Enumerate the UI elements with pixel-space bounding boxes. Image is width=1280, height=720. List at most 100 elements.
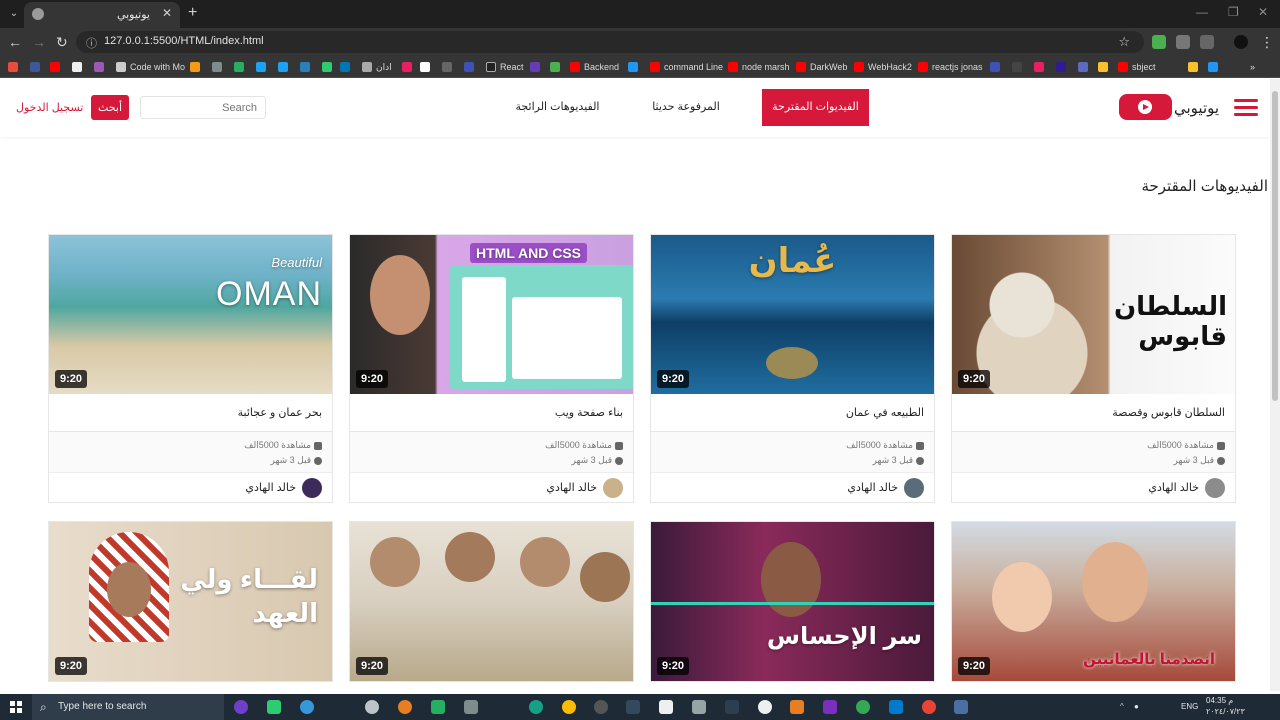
taskbar-app-icon[interactable] [594,700,608,714]
video-thumbnail[interactable]: Beautiful OMAN 9:20 [49,235,332,394]
forward-arrow-icon[interactable]: → [32,34,46,50]
reload-icon[interactable]: ↻ [56,34,68,51]
firefox-app-icon[interactable] [398,700,412,714]
taskbar-app-icon[interactable] [300,700,314,714]
bookmark-item[interactable] [278,60,288,74]
taskbar-app-icon[interactable] [954,700,968,714]
bookmark-item[interactable] [402,60,412,74]
microphone-icon[interactable]: ● [1134,702,1139,711]
bookmark-item[interactable] [300,60,310,74]
video-author[interactable]: خالد الهادي [651,472,934,502]
search-button[interactable]: أبحث [91,95,129,120]
taskbar-app-icon[interactable] [758,700,772,714]
bookmark-item[interactable] [322,60,332,74]
site-info-icon[interactable]: ⓘ [86,35,97,51]
extensions-puzzle-icon[interactable] [1200,35,1214,49]
profile-avatar-icon[interactable] [1234,35,1248,49]
hamburger-menu-icon[interactable] [1234,99,1258,117]
taskbar-app-icon[interactable] [464,700,478,714]
calculator-app-icon[interactable] [692,700,706,714]
video-author[interactable]: خالد الهادي [350,472,633,502]
author-avatar[interactable] [904,477,924,498]
bookmark-item[interactable] [1078,60,1088,74]
video-card[interactable]: السلطان قابوس 9:20 السلطان قابوس وقصصة م… [951,234,1236,503]
video-title[interactable]: السلطان قابوس وقصصة [952,394,1235,432]
back-arrow-icon[interactable]: ← [8,34,22,50]
taskbar-app-icon[interactable] [365,700,379,714]
bookmark-sbject[interactable]: sbject [1118,60,1156,74]
bookmark-item[interactable] [234,60,244,74]
page-scrollbar[interactable] [1270,79,1280,691]
bookmark-command-line[interactable]: command Line [650,60,723,74]
author-name[interactable]: خالد الهادي [1148,481,1199,494]
video-thumbnail[interactable]: لقـــاء ولي العهد 9:20 [49,522,332,681]
chrome-app-icon[interactable] [856,700,870,714]
bookmark-item[interactable] [1208,60,1218,74]
bookmark-item[interactable] [340,60,350,74]
browser-menu-icon[interactable]: ⋮ [1260,34,1274,51]
windows-start-icon[interactable] [10,701,22,713]
bookmark-react[interactable]: React [486,60,524,74]
github-app-icon[interactable] [234,700,248,714]
tab-close-icon[interactable]: ✕ [162,6,172,20]
close-window-button[interactable]: ✕ [1258,5,1268,19]
nav-tab-trending[interactable]: الفيديوهات الرائجة [505,89,610,126]
video-card[interactable]: لقـــاء ولي العهد 9:20 [48,521,333,682]
address-url[interactable]: 127.0.0.1:5500/HTML/index.html [104,35,264,47]
bookmark-item[interactable] [990,60,1000,74]
terminal-app-icon[interactable] [626,700,640,714]
taskbar-app-icon[interactable] [267,700,281,714]
bookmark-item[interactable] [464,60,474,74]
bookmark-item[interactable] [1012,60,1022,74]
taskbar-app-icon[interactable] [431,700,445,714]
video-author[interactable]: خالد الهادي [49,472,332,502]
language-indicator[interactable]: ENG [1181,702,1198,711]
video-card[interactable]: عُمان 9:20 الطبيعه في عمان مشاهدة 5000ال… [650,234,935,503]
bookmark-item[interactable] [530,60,540,74]
play-logo-icon[interactable] [1119,94,1172,120]
tray-overflow-icon[interactable]: ^ [1120,702,1124,711]
video-title[interactable]: الطبيعه في عمان [651,394,934,432]
bookmark-star-icon[interactable]: ☆ [1118,34,1130,50]
new-tab-button[interactable]: + [188,4,197,22]
brand-name[interactable]: يوتيوبي [1174,99,1219,117]
login-link[interactable]: تسجيل الدخول [16,101,83,114]
bookmark-darkweb[interactable]: DarkWeb [796,60,847,74]
bookmark-item[interactable] [1034,60,1044,74]
bookmark-item[interactable] [212,60,222,74]
bookmark-item[interactable] [1098,60,1108,74]
bookmark-item[interactable] [1188,60,1198,74]
bookmark-item[interactable] [550,60,560,74]
video-card[interactable]: HTML AND CSS 9:20 بناء صفحة ويب مشاهدة 5… [349,234,634,503]
taskbar-app-icon[interactable] [529,700,543,714]
nav-tab-recent[interactable]: المرفوعة حديثا [640,89,732,126]
bookmark-item[interactable] [1056,60,1066,74]
bookmark-item[interactable] [442,60,452,74]
taskbar-app-icon[interactable] [659,700,673,714]
video-card[interactable]: 9:20 [349,521,634,682]
address-bar[interactable]: ⓘ 127.0.0.1:5500/HTML/index.html ☆ [76,31,1144,53]
video-title[interactable]: بناء صفحة ويب [350,394,633,432]
onenote-app-icon[interactable] [823,700,837,714]
bookmark-node-marsh[interactable]: node marsh [728,60,790,74]
clock-time[interactable]: 04:35 م [1206,696,1233,705]
video-thumbnail[interactable]: السلطان قابوس 9:20 [952,235,1235,394]
author-avatar[interactable] [1205,477,1225,498]
nav-tab-suggested[interactable]: الفيديوات المقترحة [762,89,869,126]
bookmark-item[interactable] [94,60,104,74]
video-author[interactable]: خالد الهادي [952,472,1235,502]
bookmark-item[interactable] [628,60,638,74]
tab-search-chevron-icon[interactable]: ⌄ [6,6,22,22]
bookmark-item[interactable] [72,60,82,74]
video-thumbnail[interactable]: سر الإحساس 9:20 [651,522,934,681]
author-name[interactable]: خالد الهادي [847,481,898,494]
taskbar-app-icon[interactable] [725,700,739,714]
bookmark-item[interactable] [420,60,430,74]
video-thumbnail[interactable]: HTML AND CSS 9:20 [350,235,633,394]
author-avatar[interactable] [302,477,322,498]
taskbar-search[interactable]: ⌕ Type here to search [32,694,224,720]
taskbar-search-text[interactable]: Type here to search [58,701,146,712]
bookmark-item[interactable] [50,60,60,74]
taskbar-app-icon[interactable] [790,700,804,714]
vscode-app-icon[interactable] [889,700,903,714]
